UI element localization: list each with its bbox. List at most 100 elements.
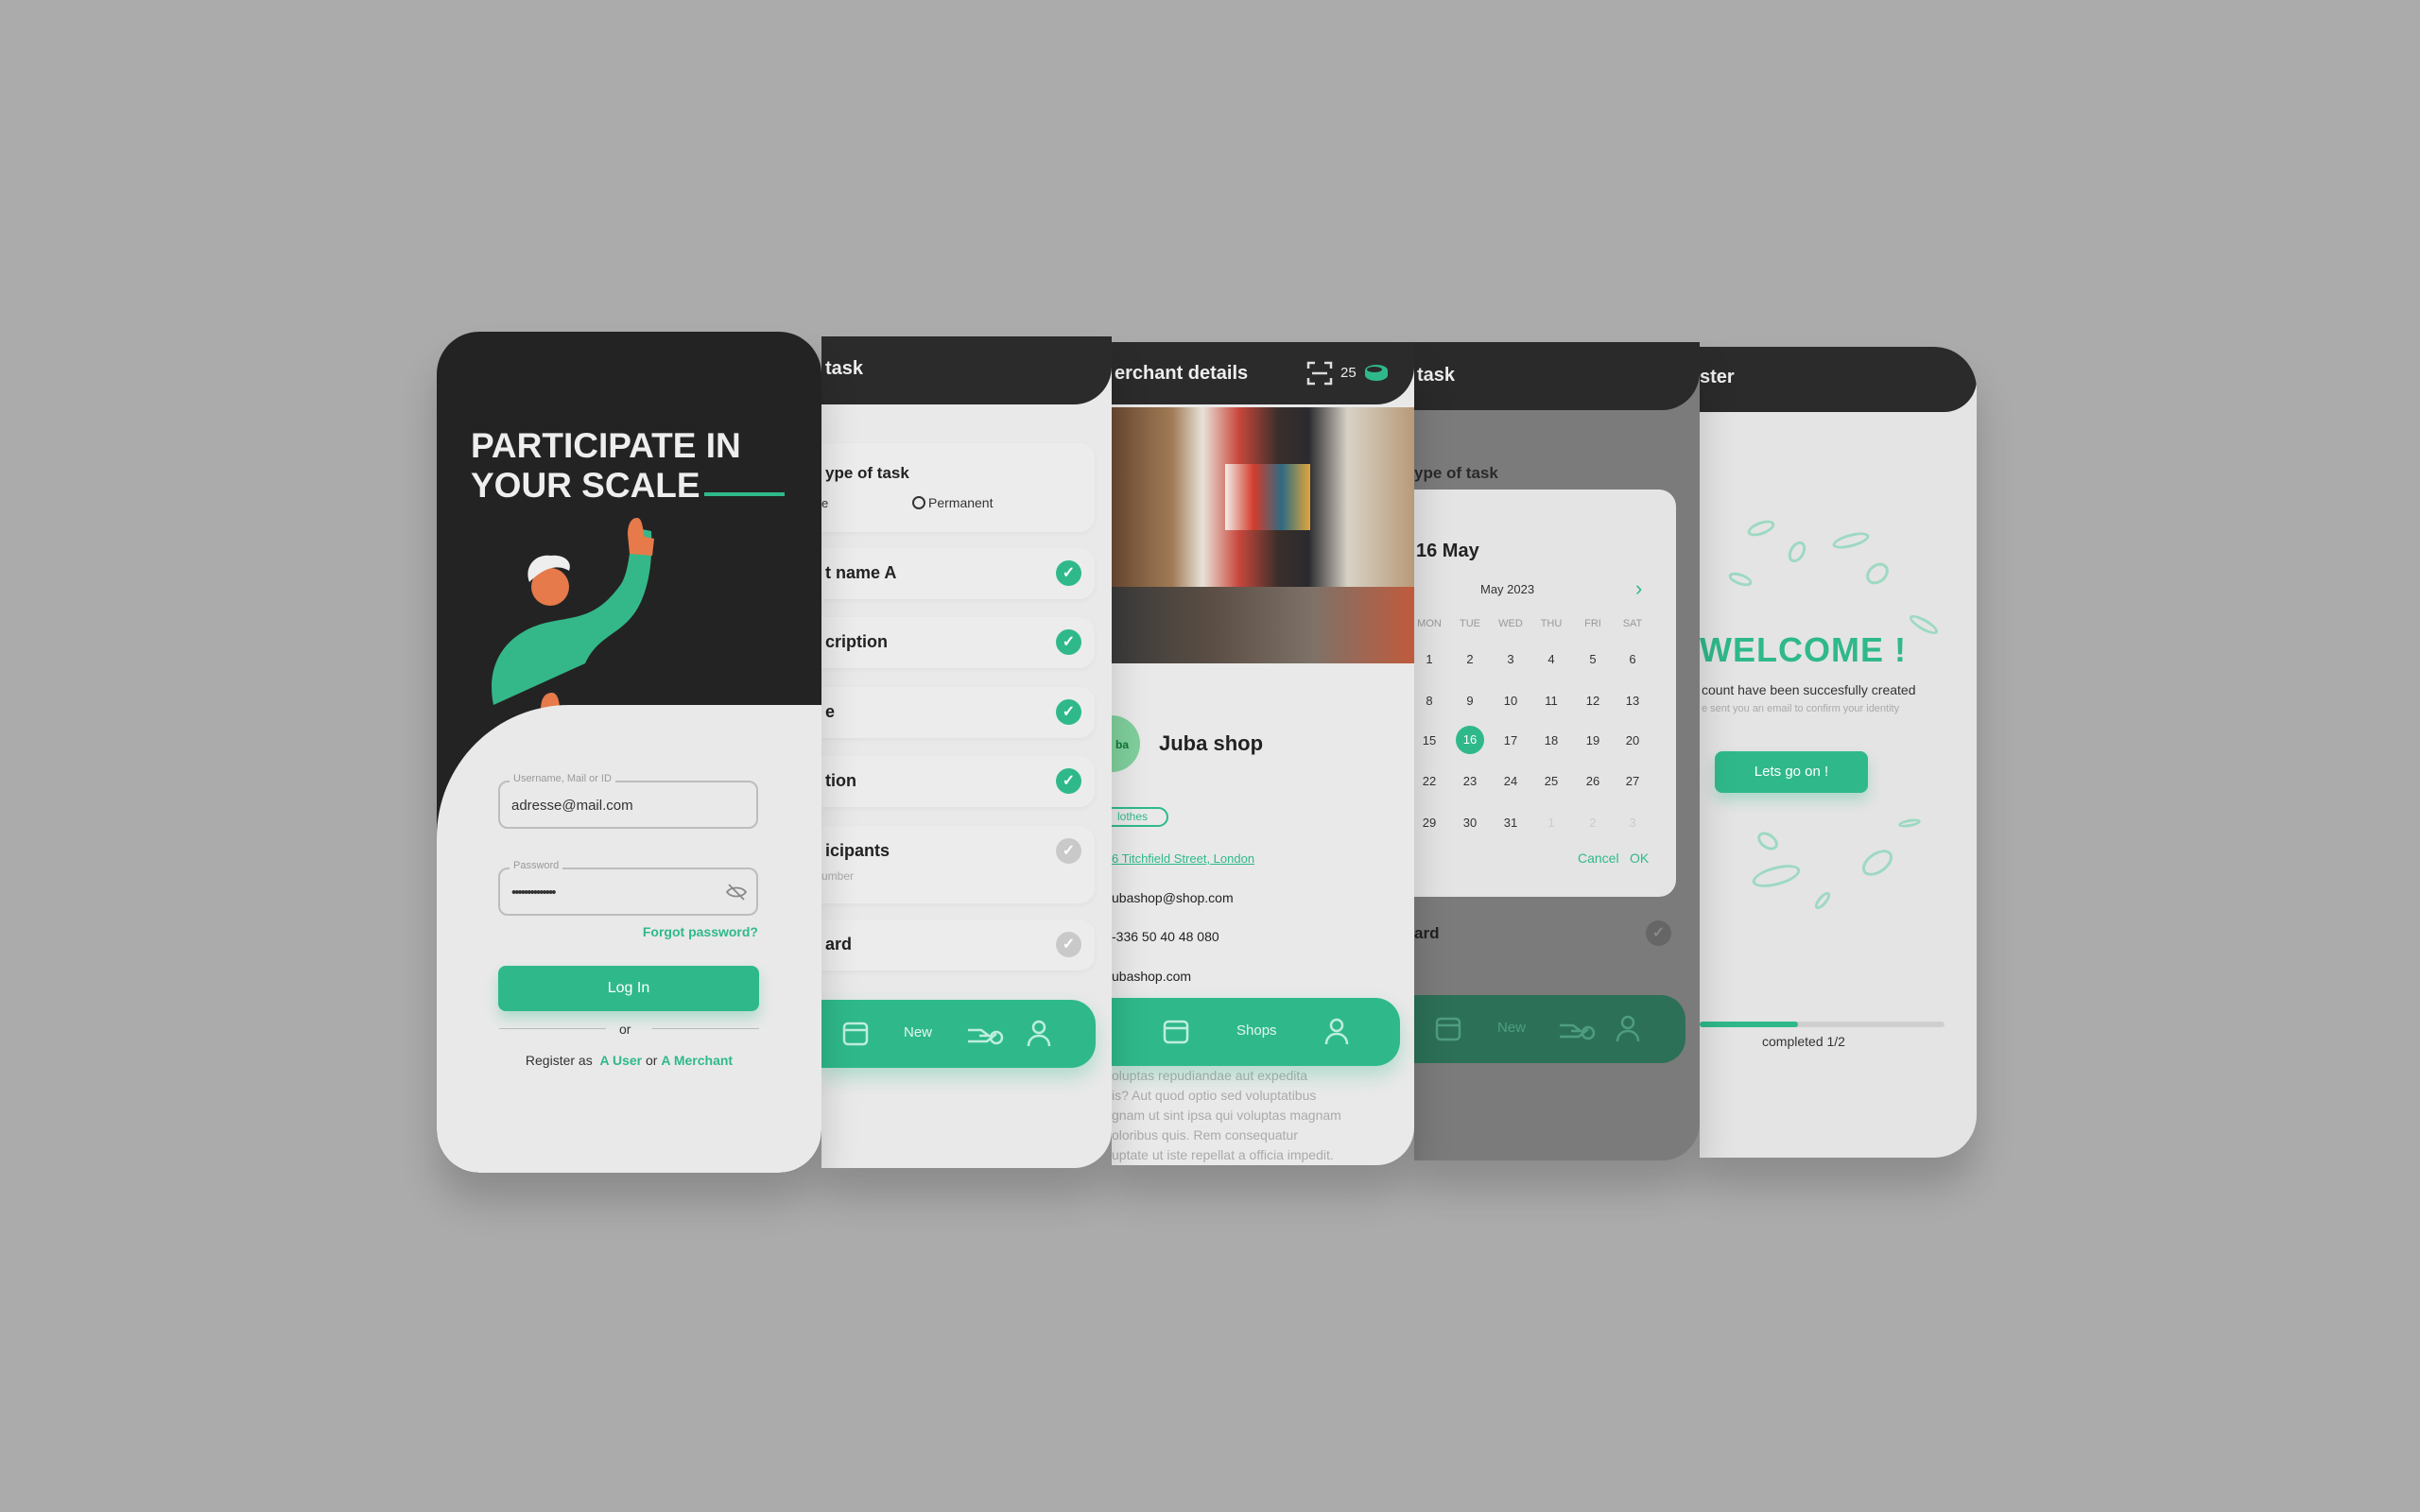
login-button[interactable]: Log In <box>498 966 759 1011</box>
user-icon[interactable] <box>1615 1014 1641 1042</box>
nav-new-label[interactable]: New <box>904 1024 932 1040</box>
headline: PARTICIPATE IN YOUR SCALE <box>471 426 741 505</box>
calendar-day[interactable]: 1 <box>1415 652 1443 666</box>
cancel-button[interactable]: Cancel <box>1578 850 1619 866</box>
task-date-picker-screen: task ype of task 16 May May 2023 › MON TU… <box>1414 342 1700 1160</box>
task-step-row[interactable]: cription ✓ <box>821 617 1095 668</box>
calendar-day[interactable]: 2 <box>1579 816 1607 830</box>
coin-icon <box>1754 828 1782 854</box>
calendar-icon[interactable] <box>1163 1017 1189 1045</box>
nav-new-label[interactable]: New <box>1497 1020 1526 1036</box>
calendar-day[interactable]: 13 <box>1618 694 1647 708</box>
calendar-day[interactable]: 20 <box>1618 733 1647 747</box>
calendar-day[interactable]: 10 <box>1496 694 1525 708</box>
website-text: ubashop.com <box>1112 969 1192 984</box>
register-user-link[interactable]: A User <box>600 1053 643 1068</box>
header-title: ster <box>1700 367 1735 387</box>
calendar-day[interactable]: 30 <box>1456 816 1484 830</box>
calendar-day[interactable]: 12 <box>1579 694 1607 708</box>
calendar-day[interactable]: 23 <box>1456 774 1484 788</box>
calendar-day[interactable]: 9 <box>1456 694 1484 708</box>
qr-scan-icon[interactable] <box>1306 361 1333 386</box>
headline-underline <box>704 492 785 496</box>
header: task <box>821 336 1112 404</box>
task-step-row[interactable]: tion ✓ <box>821 756 1095 807</box>
task-step-row[interactable]: ard ✓ <box>821 919 1095 971</box>
calendar-day[interactable]: 4 <box>1537 652 1565 666</box>
calendar-day[interactable]: 26 <box>1579 774 1607 788</box>
calendar-day[interactable]: 8 <box>1415 694 1443 708</box>
category-tag[interactable]: lothes <box>1112 807 1168 827</box>
calendar-day[interactable]: 25 <box>1537 774 1565 788</box>
coin-icon <box>1907 611 1941 638</box>
task-step-row[interactable]: e ✓ <box>821 687 1095 738</box>
coin-icon <box>1365 365 1388 381</box>
check-icon: ✓ <box>1056 699 1081 725</box>
calendar-day[interactable]: 16 <box>1456 726 1484 754</box>
calendar-day[interactable]: 3 <box>1618 816 1647 830</box>
eye-off-icon[interactable] <box>725 883 748 902</box>
user-icon[interactable] <box>1026 1019 1052 1047</box>
calendar-day[interactable]: 3 <box>1496 652 1525 666</box>
ok-button[interactable]: OK <box>1630 850 1649 866</box>
calendar-icon[interactable] <box>842 1019 869 1047</box>
calendar-day[interactable]: 17 <box>1496 733 1525 747</box>
coin-icon <box>1857 844 1898 882</box>
hand-coin-icon[interactable] <box>1558 1014 1596 1042</box>
calendar-day[interactable]: 19 <box>1579 733 1607 747</box>
shop-avatar: ba <box>1112 715 1140 772</box>
shop-name: Juba shop <box>1159 731 1264 755</box>
divider <box>499 1028 606 1029</box>
calendar-day[interactable]: 18 <box>1537 733 1565 747</box>
divider <box>652 1028 759 1029</box>
radio-option[interactable]: e <box>821 496 828 510</box>
calendar-icon[interactable] <box>1435 1014 1461 1042</box>
register-welcome-screen: ster WELCOME ! count have been succesful… <box>1700 347 1977 1158</box>
date-picker-dialog: 16 May May 2023 › MON TUE WED THU FRI SAT 1 2 3 4… <box>1414 490 1676 897</box>
forgot-password-link[interactable]: Forgot password? <box>643 924 758 939</box>
coin-icon <box>1745 517 1777 540</box>
calendar-day[interactable]: 15 <box>1415 733 1443 747</box>
waving-person-illustration <box>492 518 654 710</box>
description: oluptas repudiandae aut expedita is? Aut … <box>1112 1068 1341 1162</box>
user-icon[interactable] <box>1323 1017 1350 1045</box>
calendar-day[interactable]: 29 <box>1415 816 1443 830</box>
header-title: task <box>825 358 864 379</box>
progress-label: completed 1/2 <box>1762 1034 1845 1049</box>
coin-icon <box>1785 538 1809 566</box>
calendar-day[interactable]: 11 <box>1537 694 1565 708</box>
coin-icon <box>1812 889 1833 912</box>
calendar-day[interactable]: 27 <box>1618 774 1647 788</box>
password-field[interactable]: Password •••••••••••••• <box>498 860 758 916</box>
check-icon: ✓ <box>1056 629 1081 655</box>
header-title: erchant details <box>1115 363 1249 384</box>
calendar-day[interactable]: 5 <box>1579 652 1607 666</box>
check-icon: ✓ <box>1056 932 1081 957</box>
calendar-day[interactable]: 6 <box>1618 652 1647 666</box>
month-label: May 2023 <box>1480 582 1535 596</box>
task-step-row[interactable]: t name A ✓ <box>821 548 1095 599</box>
calendar-day[interactable]: 31 <box>1496 816 1525 830</box>
calendar-day[interactable]: 22 <box>1415 774 1443 788</box>
register-line: Register as A User or A Merchant <box>525 1053 734 1068</box>
nav-shops-label[interactable]: Shops <box>1236 1022 1277 1039</box>
calendar-day[interactable]: 24 <box>1496 774 1525 788</box>
task-step-row[interactable]: icipants umber ✓ <box>821 826 1095 903</box>
check-icon: ✓ <box>1646 920 1671 946</box>
points-count: 25 <box>1340 365 1357 381</box>
header: erchant details 25 <box>1112 342 1414 404</box>
email-text: ubashop@shop.com <box>1112 890 1234 905</box>
register-merchant-link[interactable]: A Merchant <box>661 1053 733 1068</box>
header-title: task <box>1417 365 1456 386</box>
weekday-label: MON <box>1417 618 1442 629</box>
hand-coin-icon[interactable] <box>966 1019 1004 1047</box>
weekday-label: TUE <box>1460 618 1480 629</box>
address-link[interactable]: 6 Titchfield Street, London <box>1112 851 1254 866</box>
radio-permanent[interactable]: Permanent <box>912 495 993 510</box>
username-field[interactable]: Username, Mail or ID adresse@mail.com <box>498 773 758 829</box>
calendar-day[interactable]: 1 <box>1537 816 1565 830</box>
next-month-chevron-icon[interactable]: › <box>1635 576 1642 601</box>
shop-photo <box>1112 407 1414 663</box>
lets-go-on-button[interactable]: Lets go on ! <box>1715 751 1868 793</box>
calendar-day[interactable]: 2 <box>1456 652 1484 666</box>
